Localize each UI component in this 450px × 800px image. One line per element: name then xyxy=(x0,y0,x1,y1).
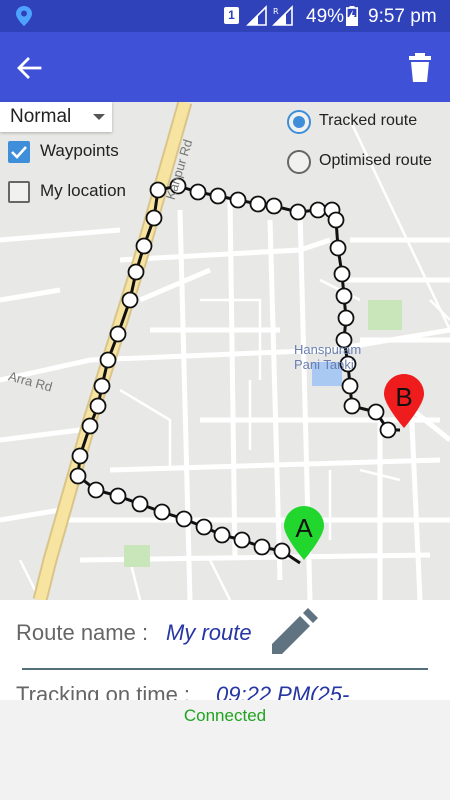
signal-roaming-icon: R xyxy=(272,5,293,26)
waypoint-circle[interactable] xyxy=(175,510,193,528)
tracking-time-label: Tracking on time : xyxy=(16,682,191,700)
waypoint-circle[interactable] xyxy=(71,447,89,465)
divider xyxy=(22,668,428,670)
waypoint-circle[interactable] xyxy=(135,237,153,255)
park-area xyxy=(124,545,150,567)
waypoint-circle[interactable] xyxy=(145,209,163,227)
connection-status: Connected xyxy=(183,706,267,725)
waypoint-circle[interactable] xyxy=(289,203,307,221)
route-name-value: My route xyxy=(166,620,252,645)
chevron-down-icon xyxy=(93,114,105,120)
waypoint-circle[interactable] xyxy=(69,467,87,485)
waypoint-circle[interactable] xyxy=(309,201,327,219)
location-icon xyxy=(16,6,32,26)
waypoint-circle[interactable] xyxy=(229,191,247,209)
tracked-route-radio[interactable]: Tracked route xyxy=(287,109,437,135)
waypoint-circle[interactable] xyxy=(253,538,271,556)
waypoint-circle[interactable] xyxy=(87,481,105,499)
waypoint-circle[interactable] xyxy=(189,183,207,201)
waypoint-circle[interactable] xyxy=(379,421,397,439)
checkbox-checked-icon xyxy=(8,141,30,163)
waypoint-circle[interactable] xyxy=(127,263,145,281)
waypoint-circle[interactable] xyxy=(335,287,353,305)
connection-footer: Connected xyxy=(0,700,450,800)
waypoint-circle[interactable] xyxy=(343,397,361,415)
signal-icon xyxy=(246,5,267,26)
radio-unselected-icon xyxy=(287,150,311,174)
battery-charging-icon xyxy=(346,6,358,26)
waypoint-circle[interactable] xyxy=(89,397,107,415)
waypoint-circle[interactable] xyxy=(329,239,347,257)
area-label: Hanspuram Pani Tanki xyxy=(294,342,362,372)
waypoint-circle[interactable] xyxy=(93,377,111,395)
waypoint-circle[interactable] xyxy=(367,403,385,421)
waypoint-circle[interactable] xyxy=(327,211,345,229)
app-bar xyxy=(0,32,450,102)
park-area xyxy=(368,300,402,330)
waypoint-circle[interactable] xyxy=(131,495,149,513)
waypoint-circle[interactable] xyxy=(81,417,99,435)
waypoint-circle[interactable] xyxy=(337,309,355,327)
map-canvas[interactable]: A B xyxy=(0,102,450,600)
optimised-route-label: Optimised route xyxy=(319,152,432,169)
waypoint-circle[interactable] xyxy=(209,187,227,205)
waypoint-circle[interactable] xyxy=(273,542,291,560)
map-type-select[interactable]: Normal xyxy=(0,102,112,132)
waypoint-circle[interactable] xyxy=(195,518,213,536)
app-root: 1 R 49% 9:57 pm A B Arra Rd Hanspuram Pa… xyxy=(0,0,450,800)
start-marker-label: A xyxy=(295,513,313,543)
map-type-value: Normal xyxy=(10,106,72,127)
back-arrow-icon[interactable] xyxy=(14,53,44,83)
waypoint-circle[interactable] xyxy=(333,265,351,283)
battery-percent: 49% xyxy=(306,6,345,27)
my-location-checkbox[interactable]: My location xyxy=(8,179,140,205)
waypoint-circle[interactable] xyxy=(121,291,139,309)
status-bar: 1 R 49% 9:57 pm xyxy=(0,0,450,32)
waypoints-label: Waypoints xyxy=(40,141,119,160)
status-time: 9:57 pm xyxy=(368,6,437,27)
tracked-route-line xyxy=(76,184,400,565)
edit-pencil-icon[interactable] xyxy=(268,608,318,658)
waypoint-circle[interactable] xyxy=(99,351,117,369)
waypoint-circle[interactable] xyxy=(341,377,359,395)
waypoint-circle[interactable] xyxy=(265,197,283,215)
tracking-time-value: 09:22 PM(25- xyxy=(216,682,350,700)
my-location-label: My location xyxy=(40,181,126,200)
waypoint-circle[interactable] xyxy=(233,531,251,549)
waypoint-circle[interactable] xyxy=(109,325,127,343)
tracked-route-label: Tracked route xyxy=(319,112,418,129)
map-view[interactable]: A B Arra Rd Hanspuram Pani Tanki Kanpur … xyxy=(0,102,450,600)
waypoint-circle[interactable] xyxy=(213,526,231,544)
waypoint-circle[interactable] xyxy=(249,195,267,213)
sim-slot-badge: 1 xyxy=(224,7,239,24)
waypoint-circle[interactable] xyxy=(109,487,127,505)
route-info-card: Route name : My route Tracking on time :… xyxy=(0,600,450,700)
end-marker-label: B xyxy=(395,382,412,412)
optimised-route-radio[interactable]: Optimised route xyxy=(287,149,447,175)
route-name-label: Route name : xyxy=(16,620,149,645)
svg-text:R: R xyxy=(273,7,279,16)
checkbox-unchecked-icon xyxy=(8,181,30,203)
waypoints-checkbox[interactable]: Waypoints xyxy=(8,139,138,165)
radio-selected-icon xyxy=(287,110,311,134)
waypoint-circle[interactable] xyxy=(153,503,171,521)
delete-trash-icon[interactable] xyxy=(406,52,434,84)
